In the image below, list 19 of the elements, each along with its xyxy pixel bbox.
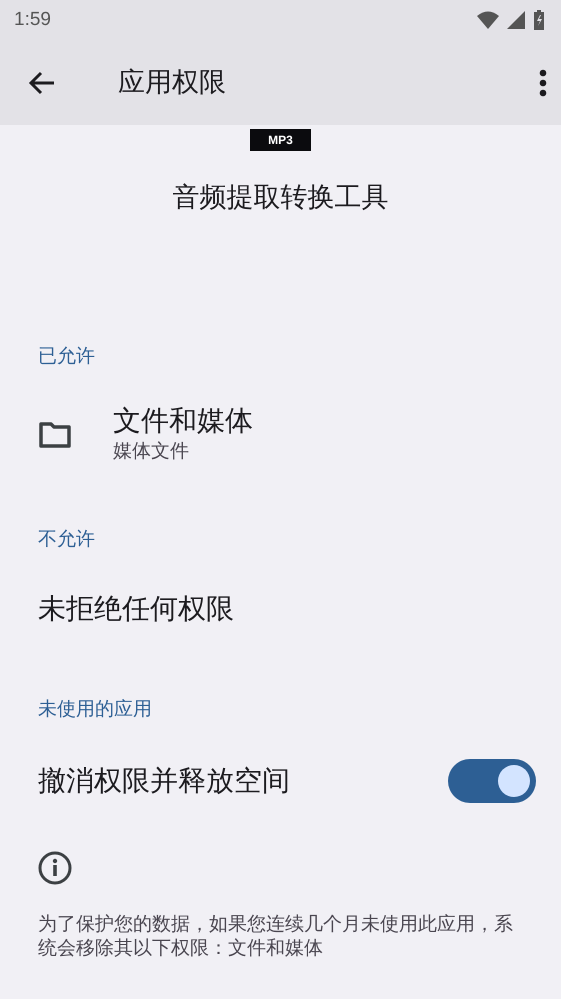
screen-title: 应用权限 xyxy=(118,66,226,100)
battery-icon xyxy=(533,10,545,30)
permission-item[interactable]: 文件和媒体 媒体文件 xyxy=(113,404,253,467)
signal-icon xyxy=(507,11,525,29)
wifi-icon xyxy=(477,11,499,29)
app-name: 音频提取转换工具 xyxy=(172,181,388,214)
folder-icon xyxy=(38,422,72,449)
more-options-icon[interactable] xyxy=(539,68,547,96)
setting-label: 撤消权限并释放空间 xyxy=(38,764,290,798)
section-header: 不允许 xyxy=(37,528,96,552)
info-text: 为了保护您的数据，如果您连续几个月未使用此应用，系统会移除其以下权限：文件和媒体 xyxy=(37,912,514,962)
status-time: 1:59 xyxy=(14,8,51,32)
back-icon[interactable] xyxy=(28,70,56,94)
app-icon: MP3 xyxy=(250,129,311,151)
empty-message: 未拒绝任何权限 xyxy=(38,592,234,626)
section-header: 已允许 xyxy=(37,345,96,369)
section-header: 未使用的应用 xyxy=(37,698,153,722)
info-icon xyxy=(38,850,72,884)
toggle-switch[interactable] xyxy=(448,758,536,802)
